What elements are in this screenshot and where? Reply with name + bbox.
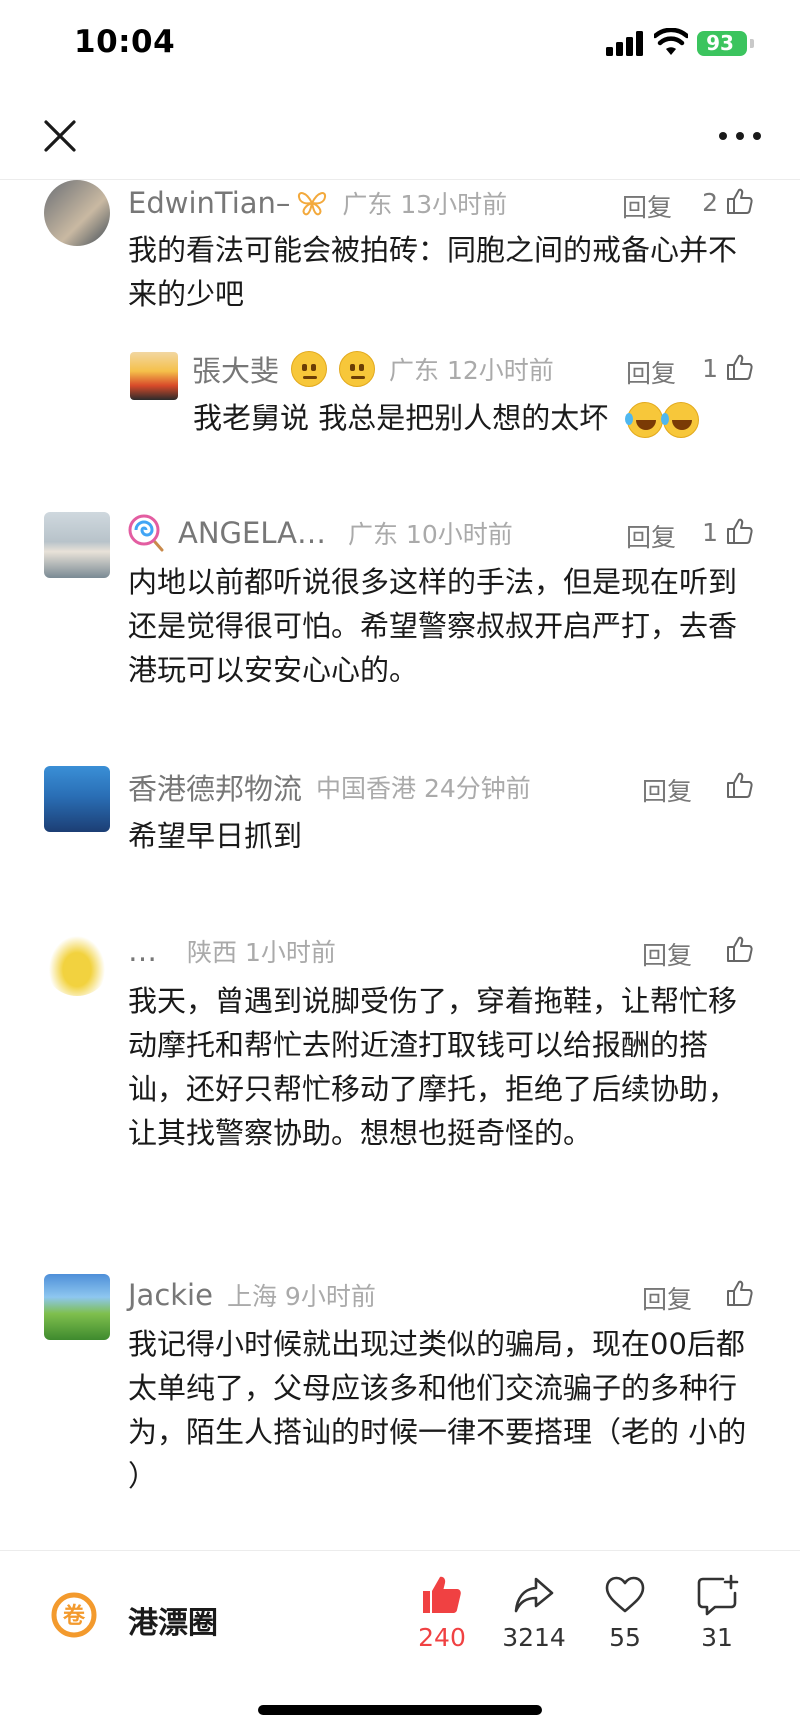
comment-text: 我记得小时候就出现过类似的骗局，现在00后都太单纯了，父母应该多和他们交流骗子的… [128,1327,747,1493]
comment-text: 希望早日抓到 [128,819,303,853]
comment-meta: … 陕西 1小时前 [128,931,336,971]
channel-name[interactable]: 港漂圈 [128,1598,218,1642]
thumbs-up-icon[interactable] [726,1279,754,1307]
reply-button[interactable]: 回复 [622,188,672,224]
like-count: 1 [702,518,718,547]
comment-count: 31 [701,1623,733,1652]
reply-username[interactable]: 張大斐 [192,348,279,390]
lollipop-icon [128,514,164,552]
more-icon[interactable] [718,130,762,142]
comment-location-time: 中国香港 24分钟前 [316,774,531,803]
comment-add-icon [697,1574,739,1616]
heart-icon [605,1576,645,1613]
like-count: 2 [702,188,718,217]
battery-level: 93 [706,31,734,55]
comment-button[interactable]: 31 [677,1573,757,1673]
reply-meta: 張大斐 广东 12小时前 [192,349,554,389]
comment-text: 我的看法可能会被拍砖：同胞之间的戒备心并不来的少吧 [128,233,738,311]
comment-text: 我天，曾遇到说脚受伤了，穿着拖鞋，让帮忙移动摩托和帮忙去附近渣打取钱可以给报酬的… [128,984,738,1150]
comment-meta: EdwinTian– 广东 13小时前 [128,183,507,223]
reply-text: 我老舅说 我总是把别人想的太坏 [193,401,609,435]
favorite-button[interactable]: 55 [585,1573,665,1673]
reply-button[interactable]: 回复 [626,354,676,390]
comment-location-time: 陕西 1小时前 [187,938,336,967]
close-icon[interactable] [40,116,80,156]
avatar[interactable] [44,180,110,246]
bottom-action-bar: 卷 港漂圈 240 3214 55 31 [0,1550,800,1732]
status-time: 10:04 [74,24,176,60]
reply-text-row: 我老舅说 我总是把别人想的太坏 [193,396,753,440]
comment-location-time: 广东 10小时前 [348,520,513,549]
status-bar: 10:04 93 [0,0,800,92]
comment-meta: ANGELA… 广东 10小时前 [128,513,513,553]
like-count: 1 [702,354,718,383]
share-button[interactable]: 3214 [494,1573,574,1673]
like-button[interactable]: 240 [402,1573,482,1673]
thumbs-up-icon[interactable] [726,935,754,963]
thumbs-up-icon[interactable] [726,517,754,545]
signal-icon [606,30,646,56]
avatar[interactable] [44,1274,110,1340]
username[interactable]: ANGELA… [178,516,326,550]
channel-logo-text: 卷 [62,1603,86,1629]
battery-cap [750,39,754,48]
channel-logo[interactable]: 卷 [50,1591,102,1643]
thumbs-up-icon[interactable] [726,187,754,215]
username[interactable]: 香港德邦物流 [128,766,302,808]
battery-icon: 93 [697,31,747,56]
reply-button[interactable]: 回复 [642,1280,692,1316]
avatar[interactable] [44,930,110,996]
like-count: 240 [418,1623,466,1652]
butterfly-icon [298,192,327,216]
reply-button[interactable]: 回复 [642,772,692,808]
home-indicator[interactable] [258,1705,542,1715]
avatar[interactable] [44,766,110,832]
share-icon [514,1577,554,1613]
username[interactable]: EdwinTian– [128,186,290,220]
comment-location-time: 广东 13小时前 [342,190,508,219]
thumbs-up-filled-icon [423,1576,461,1613]
wifi-icon [654,28,688,55]
comment-text: 内地以前都听说很多这样的手法，但是现在听到还是觉得很可怕。希望警察叔叔开启严打，… [128,565,738,687]
favorite-count: 55 [609,1623,641,1652]
reply-avatar[interactable] [130,352,178,400]
neutral-face-icon [291,351,328,387]
reply-location-time: 广东 12小时前 [389,356,554,385]
neutral-face-icon [339,351,376,387]
share-count: 3214 [502,1623,566,1652]
nav-bar [0,92,800,180]
comment-location-time: 上海 9小时前 [226,1282,376,1311]
tears-of-joy-icon [625,402,664,438]
thumbs-up-icon[interactable] [726,353,754,381]
reply-button[interactable]: 回复 [626,518,676,554]
username[interactable]: … [128,934,157,968]
tears-of-joy-icon [661,402,700,438]
username[interactable]: Jackie [128,1278,213,1312]
comment-meta: 香港德邦物流 中国香港 24分钟前 [128,767,531,807]
avatar[interactable] [44,512,110,578]
comment-meta: Jackie 上海 9小时前 [128,1275,376,1315]
reply-button[interactable]: 回复 [642,936,692,972]
thumbs-up-icon[interactable] [726,771,754,799]
